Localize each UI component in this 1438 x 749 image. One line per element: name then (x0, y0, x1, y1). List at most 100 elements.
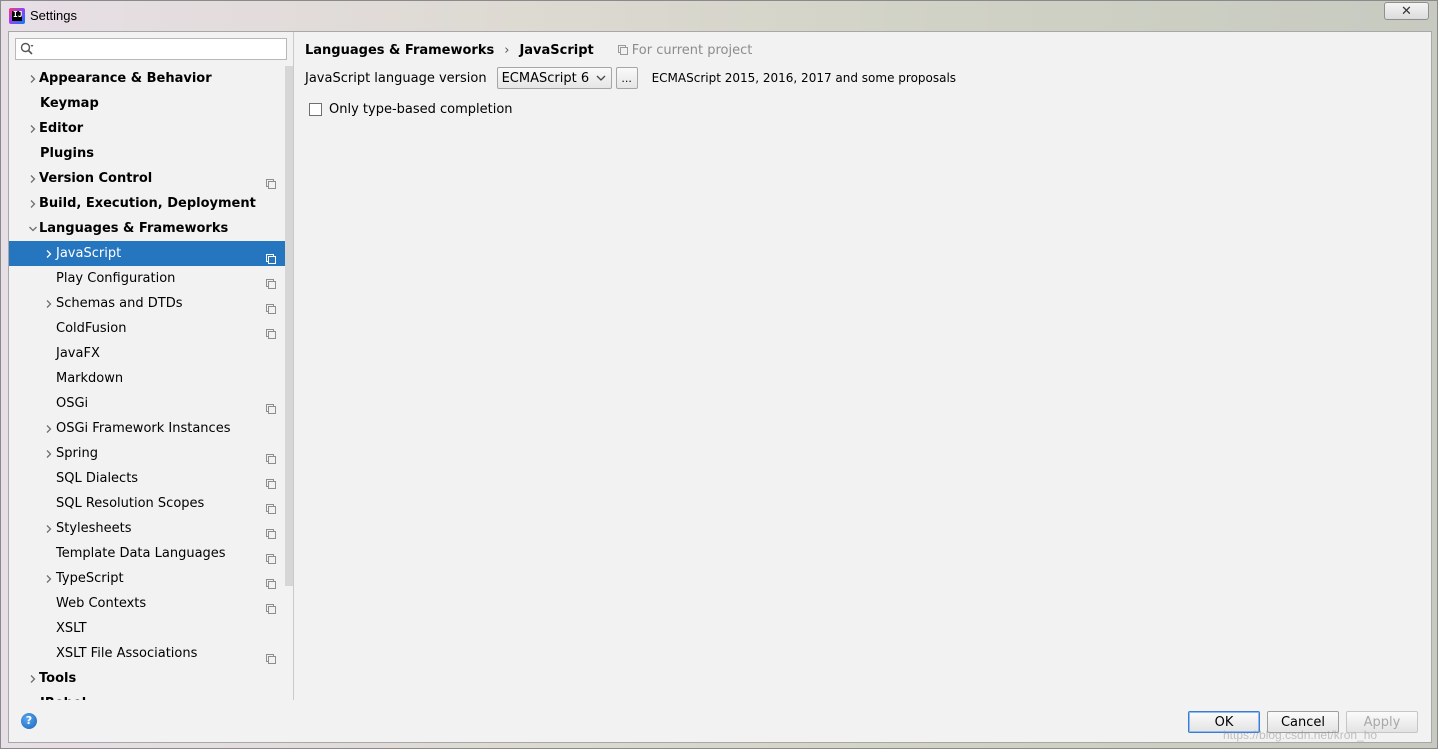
sidebar-item-label: JavaFX (56, 346, 100, 361)
project-scope-icon (266, 323, 276, 339)
sidebar-item-languages-frameworks[interactable]: Languages & Frameworks (9, 216, 293, 241)
settings-tree: Appearance & Behavior Keymap Editor Plugins… (9, 66, 293, 700)
language-version-more-button[interactable]: ... (615, 67, 638, 89)
chevron-right-icon[interactable] (43, 566, 55, 591)
settings-sidebar: Appearance & Behavior Keymap Editor Plugins… (9, 32, 294, 700)
sidebar-item-label: Build, Execution, Deployment (39, 196, 256, 211)
sidebar-item-keymap[interactable]: Keymap (9, 91, 293, 116)
sidebar-item-label: Tools (39, 671, 77, 686)
watermark: https://blog.csdn.net/kron_ho (1223, 728, 1378, 742)
breadcrumb: Languages & Frameworks › JavaScript For … (305, 41, 752, 59)
sidebar-item-label: OSGi Framework Instances (56, 421, 231, 436)
sidebar-item-version-control[interactable]: Version Control (9, 166, 293, 191)
sidebar-item-label: Markdown (56, 371, 124, 386)
sidebar-item-label: Version Control (39, 171, 153, 186)
chevron-down-icon (596, 71, 606, 88)
project-scope-icon (266, 648, 276, 664)
settings-window: IJ Settings ✕ Appearance & Behavior Keyma… (0, 0, 1438, 749)
sidebar-item-schemas-and-dtds[interactable]: Schemas and DTDs (9, 291, 293, 316)
sidebar-scrollbar[interactable] (285, 66, 293, 586)
sidebar-item-label: Plugins (40, 146, 94, 161)
sidebar-item-appearance-behavior[interactable]: Appearance & Behavior (9, 66, 293, 91)
chevron-right-icon[interactable] (27, 191, 39, 216)
sidebar-item-stylesheets[interactable]: Stylesheets (9, 516, 293, 541)
chevron-right-icon[interactable] (27, 66, 39, 91)
sidebar-item-markdown[interactable]: Markdown (9, 366, 293, 391)
sidebar-item-coldfusion[interactable]: ColdFusion (9, 316, 293, 341)
type-completion-row[interactable]: Only type-based completion (309, 101, 513, 117)
project-scope-icon (266, 523, 276, 539)
sidebar-item-tools[interactable]: Tools (9, 666, 293, 691)
sidebar-item-editor[interactable]: Editor (9, 116, 293, 141)
sidebar-item-label: Template Data Languages (56, 546, 226, 561)
sidebar-item-label: XSLT (56, 621, 87, 636)
sidebar-item-xslt-file-associations[interactable]: XSLT File Associations (9, 641, 293, 666)
chevron-right-icon[interactable] (43, 291, 55, 316)
sidebar-item-web-contexts[interactable]: Web Contexts (9, 591, 293, 616)
chevron-right-icon[interactable] (27, 116, 39, 141)
language-version-description: ECMAScript 2015, 2016, 2017 and some pro… (651, 71, 957, 85)
sidebar-item-label: JavaScript (56, 246, 122, 261)
help-icon[interactable]: ? (21, 713, 37, 729)
sidebar-item-template-data-languages[interactable]: Template Data Languages (9, 541, 293, 566)
sidebar-item-typescript[interactable]: TypeScript (9, 566, 293, 591)
type-completion-label[interactable]: Only type-based completion (329, 102, 513, 117)
chevron-right-icon[interactable] (27, 666, 39, 691)
chevron-right-icon[interactable] (43, 241, 55, 266)
chevron-right-icon[interactable] (43, 516, 55, 541)
project-scope-icon (266, 173, 276, 189)
window-title: Settings (30, 8, 77, 23)
sidebar-item-sql-resolution-scopes[interactable]: SQL Resolution Scopes (9, 491, 293, 516)
sidebar-item-jrebel[interactable]: JRebel (9, 691, 293, 700)
sidebar-item-label: Languages & Frameworks (39, 221, 229, 236)
dialog-client-area: Appearance & Behavior Keymap Editor Plugins… (8, 31, 1432, 743)
sidebar-item-play-configuration[interactable]: Play Configuration (9, 266, 293, 291)
project-scope-icon (266, 273, 276, 289)
sidebar-item-javafx[interactable]: JavaFX (9, 341, 293, 366)
sidebar-item-label: JRebel (40, 691, 86, 700)
sidebar-item-label: SQL Dialects (56, 471, 139, 486)
sidebar-item-plugins[interactable]: Plugins (9, 141, 293, 166)
sidebar-item-label: Play Configuration (56, 271, 176, 286)
chevron-right-icon[interactable] (43, 441, 55, 466)
sidebar-item-sql-dialects[interactable]: SQL Dialects (9, 466, 293, 491)
sidebar-item-osgi[interactable]: OSGi (9, 391, 293, 416)
project-scope-icon (266, 398, 276, 414)
project-scope-icon (266, 573, 276, 589)
sidebar-item-label: Keymap (40, 96, 99, 111)
language-version-select[interactable]: ECMAScript 6 (496, 67, 612, 89)
sidebar-item-label: Web Contexts (56, 596, 147, 611)
sidebar-item-label: Appearance & Behavior (39, 71, 212, 86)
breadcrumb-separator: › (504, 42, 510, 58)
sidebar-item-label: Schemas and DTDs (56, 296, 183, 311)
sidebar-item-spring[interactable]: Spring (9, 441, 293, 466)
chevron-right-icon[interactable] (27, 166, 39, 191)
language-version-value: ECMAScript 6 (501, 70, 590, 86)
sidebar-item-label: OSGi (56, 396, 89, 411)
intellij-app-icon: IJ (9, 7, 25, 24)
project-scope-icon (617, 45, 628, 55)
breadcrumb-parent[interactable]: Languages & Frameworks (305, 43, 494, 58)
scope-note-label: For current project (631, 42, 753, 58)
sidebar-item-build-execution-deployment[interactable]: Build, Execution, Deployment (9, 191, 293, 216)
title-bar[interactable]: IJ Settings ✕ (1, 1, 1437, 30)
sidebar-item-label: SQL Resolution Scopes (56, 496, 205, 511)
project-scope-icon (266, 248, 276, 264)
sidebar-item-label: TypeScript (56, 571, 124, 586)
chevron-down-icon[interactable] (27, 216, 39, 241)
breadcrumb-current: JavaScript (519, 42, 594, 58)
close-button[interactable]: ✕ (1384, 2, 1429, 20)
type-completion-checkbox[interactable] (309, 102, 322, 116)
search-input[interactable] (15, 38, 287, 60)
sidebar-item-osgi-framework-instances[interactable]: OSGi Framework Instances (9, 416, 293, 441)
search-icon[interactable] (20, 42, 34, 56)
project-scope-icon (266, 498, 276, 514)
sidebar-item-label: Editor (39, 121, 84, 136)
sidebar-item-xslt[interactable]: XSLT (9, 616, 293, 641)
project-scope-icon (266, 548, 276, 564)
project-scope-icon (266, 473, 276, 489)
project-scope-icon (266, 598, 276, 614)
sidebar-item-javascript[interactable]: JavaScript (9, 241, 293, 266)
sidebar-item-label: ColdFusion (56, 321, 127, 336)
chevron-right-icon[interactable] (43, 416, 55, 441)
